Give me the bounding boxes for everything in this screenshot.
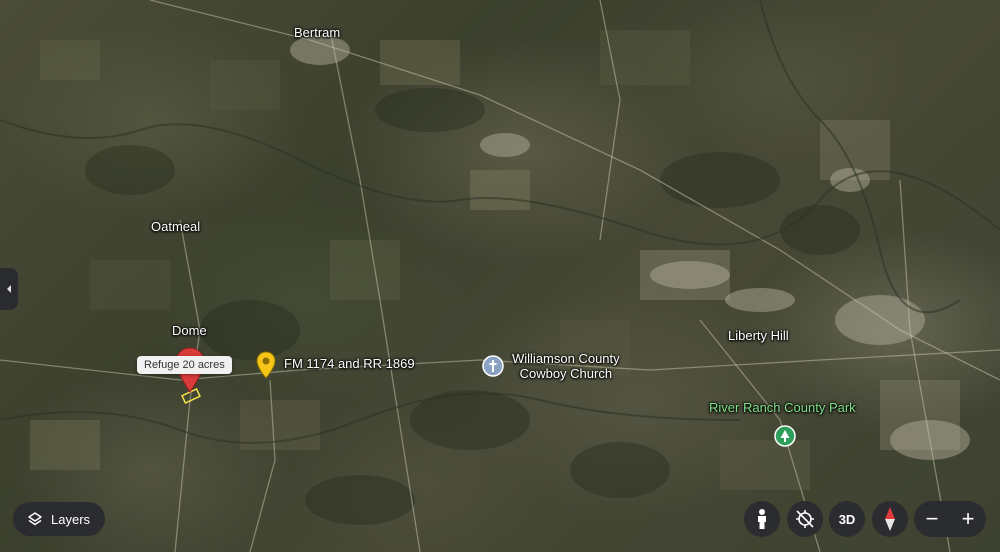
selected-marker-tooltip[interactable]: Refuge 20 acres [137, 356, 232, 374]
place-label-bertram[interactable]: Bertram [294, 25, 340, 40]
side-panel-toggle[interactable] [0, 268, 18, 310]
place-label-liberty-hill[interactable]: Liberty Hill [728, 328, 789, 343]
compass-button[interactable] [872, 501, 908, 537]
chevron-left-icon [7, 285, 11, 293]
3d-toggle-button[interactable]: 3D [829, 501, 865, 537]
layers-label: Layers [51, 511, 91, 527]
zoom-controls: − + [914, 501, 986, 537]
yellow-pin-icon[interactable] [256, 351, 276, 384]
satellite-map[interactable]: Bertram Oatmeal Dome Liberty Hill Refuge… [0, 0, 1000, 552]
layers-icon [28, 512, 42, 526]
terrain-overlay [0, 0, 1000, 552]
poi-label-park[interactable]: River Ranch County Park [709, 400, 856, 415]
pegman-icon [758, 509, 766, 529]
poi-label-church-line2: Cowboy Church [519, 366, 613, 381]
compass-icon [885, 507, 895, 531]
park-tree-icon[interactable] [774, 425, 796, 452]
place-label-dome[interactable]: Dome [172, 323, 207, 338]
poi-label-church-line1: Williamson County [512, 351, 620, 366]
zoom-in-button[interactable]: + [950, 501, 986, 537]
location-off-icon [796, 510, 814, 528]
poi-label-fm-road[interactable]: FM 1174 and RR 1869 [284, 356, 415, 371]
place-label-oatmeal[interactable]: Oatmeal [151, 219, 200, 234]
layers-button[interactable]: Layers [13, 502, 105, 536]
location-off-button[interactable] [787, 501, 823, 537]
street-view-button[interactable] [744, 501, 780, 537]
church-icon[interactable] [482, 355, 504, 382]
zoom-out-button[interactable]: − [914, 501, 950, 537]
poi-label-church[interactable]: Williamson County Cowboy Church [512, 351, 620, 381]
